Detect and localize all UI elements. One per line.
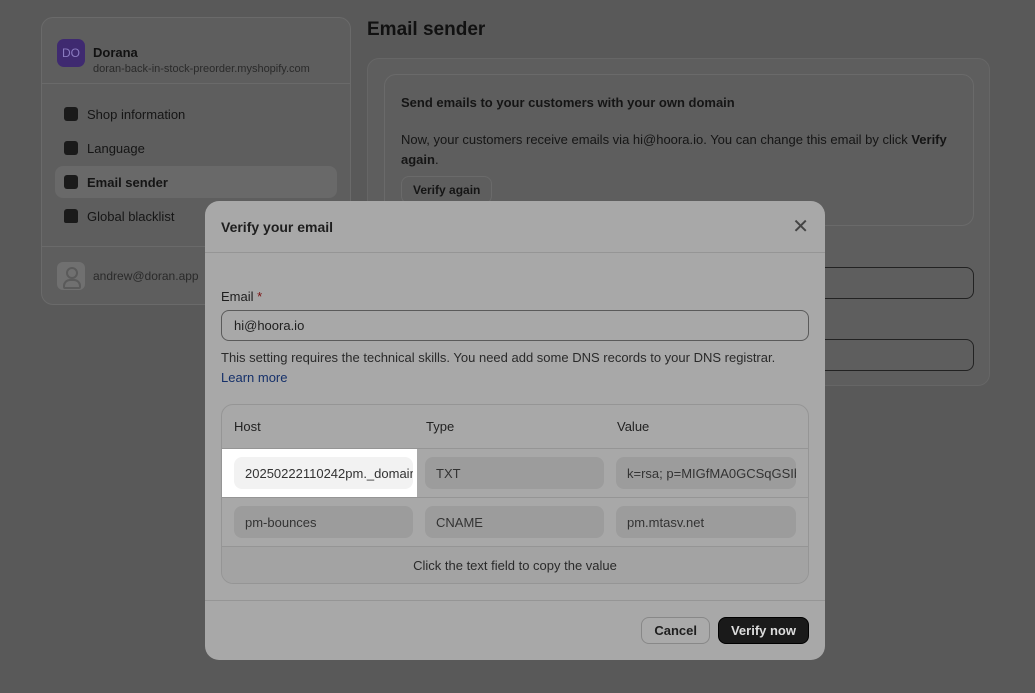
banner-title: Send emails to your customers with your … [401, 95, 735, 110]
shop-url: doran-back-in-stock-preorder.myshopify.c… [93, 62, 310, 75]
sidebar-item-label: Shop information [87, 106, 186, 122]
verify-now-button[interactable]: Verify now [717, 617, 809, 644]
learn-more-link[interactable]: Learn more [221, 370, 287, 385]
translate-icon [64, 141, 78, 155]
verify-email-modal: Verify your email ✕ Email * hi@hoora.io T… [205, 201, 825, 660]
shop-header: DO Dorana doran-back-in-stock-preorder.m… [42, 18, 350, 84]
sidebar-item-email-sender[interactable]: Email sender [55, 166, 337, 198]
lock-icon [64, 209, 78, 223]
modal-title: Verify your email [221, 218, 334, 235]
required-mark: * [257, 289, 263, 304]
value-field[interactable]: pm.mtasv.net [616, 506, 796, 538]
page-title: Email sender [367, 19, 486, 40]
briefcase-icon [64, 175, 78, 189]
cancel-button[interactable]: Cancel [641, 617, 710, 644]
dns-records-table: Host Type Value 20250222110242pm._domainke… [221, 404, 809, 584]
close-icon[interactable]: ✕ [792, 214, 809, 239]
type-field[interactable]: CNAME [425, 506, 604, 538]
table-row: 20250222110242pm._domainkey TXT k=rsa; p… [222, 449, 808, 498]
banner-text: Now, your customers receive emails via h… [401, 132, 912, 147]
column-header-value: Value [617, 419, 650, 434]
banner-end: . [434, 152, 439, 167]
shop-avatar: DO [57, 38, 85, 67]
column-header-type: Type [426, 419, 455, 434]
table-row: pm-bounces CNAME pm.mtasv.net [222, 498, 808, 547]
host-field[interactable]: pm-bounces [234, 506, 413, 538]
user-avatar-icon [57, 261, 85, 290]
sidebar-item-label: Language [87, 140, 145, 156]
help-text: This setting requires the technical skil… [221, 350, 776, 365]
value-field[interactable]: k=rsa; p=MIGfMA0GCSqGSIb3DQEB [616, 457, 796, 489]
sidebar-item-label: Global blacklist [87, 208, 175, 224]
email-input[interactable]: hi@hoora.io [221, 310, 809, 341]
host-field[interactable]: 20250222110242pm._domainkey [234, 457, 413, 489]
sidebar-item-label: Email sender [87, 174, 168, 190]
email-label: Email * [221, 289, 809, 304]
user-email: andrew@doran.app [93, 268, 199, 283]
shop-name: Dorana [93, 44, 138, 60]
store-icon [64, 107, 78, 121]
verify-again-button[interactable]: Verify again [401, 176, 493, 204]
sidebar-item-language[interactable]: Language [55, 132, 337, 164]
type-field[interactable]: TXT [425, 457, 604, 489]
email-label-text: Email [221, 289, 254, 304]
column-header-host: Host [234, 419, 261, 434]
table-footer-hint: Click the text field to copy the value [222, 547, 808, 583]
sidebar-item-shop-information[interactable]: Shop information [55, 98, 337, 130]
